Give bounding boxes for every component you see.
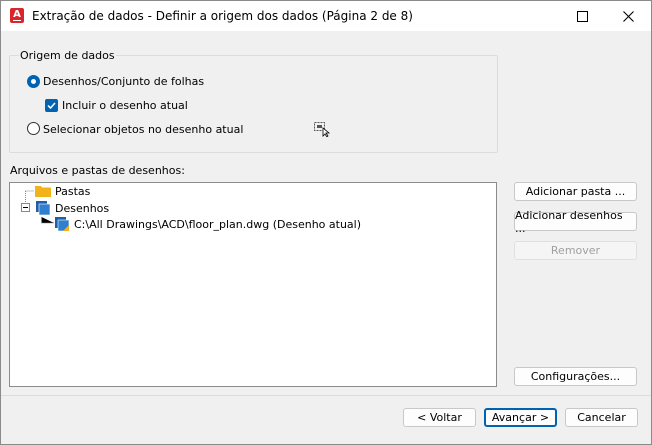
- drawings-sheetset-radio[interactable]: [27, 75, 40, 88]
- tree-item-folders-label: Pastas: [55, 185, 91, 198]
- checkmark-icon: [47, 102, 56, 110]
- add-folder-button-label: Adicionar pasta ...: [525, 185, 626, 198]
- select-objects-pick-button[interactable]: [313, 121, 331, 138]
- tree-item-floor-plan-label: C:\All Drawings\ACD\floor_plan.dwg (Dese…: [74, 218, 362, 231]
- tree-item-drawings-label: Desenhos: [55, 202, 110, 215]
- maximize-icon: [576, 10, 588, 22]
- add-drawings-button-label: Adicionar desenhos ...: [515, 208, 623, 235]
- dwg-file-icon: [55, 217, 70, 232]
- autocad-app-icon: A: [10, 8, 24, 23]
- select-objects-label[interactable]: Selecionar objetos no desenho atual: [43, 123, 243, 136]
- next-button-label: Avançar >: [491, 411, 550, 424]
- pick-objects-icon: [314, 122, 331, 138]
- maximize-button[interactable]: [559, 1, 605, 31]
- remove-button[interactable]: Remover: [514, 241, 637, 260]
- close-button[interactable]: [605, 1, 651, 31]
- drawings-sheetset-label[interactable]: Desenhos/Conjunto de folhas: [43, 75, 204, 88]
- folder-icon: [35, 186, 51, 197]
- data-source-group-label: Origem de dados: [19, 49, 116, 62]
- cancel-button-label: Cancelar: [577, 411, 626, 424]
- add-folder-button[interactable]: Adicionar pasta ...: [514, 182, 637, 201]
- title-bar: A Extração de dados - Definir a origem d…: [1, 1, 651, 31]
- include-current-drawing-label[interactable]: Incluir o desenho atual: [62, 99, 188, 112]
- next-button[interactable]: Avançar >: [484, 408, 557, 427]
- remove-button-label: Remover: [550, 244, 601, 257]
- window-title: Extração de dados - Definir a origem dos…: [32, 9, 413, 23]
- footer-separator: [1, 395, 651, 396]
- settings-button-label: Configurações...: [530, 370, 621, 383]
- settings-button[interactable]: Configurações...: [514, 367, 637, 386]
- include-current-drawing-checkbox[interactable]: [45, 99, 58, 112]
- add-drawings-button[interactable]: Adicionar desenhos ...: [514, 209, 637, 235]
- drawing-files-tree[interactable]: Pastas Desenhos C:\All Drawings\ACD\floo…: [9, 182, 497, 387]
- close-icon: [622, 10, 634, 22]
- dialog-window: A Extração de dados - Definir a origem d…: [0, 0, 652, 445]
- back-button[interactable]: < Voltar: [403, 408, 476, 427]
- drawings-icon: [36, 201, 51, 216]
- back-button-label: < Voltar: [417, 411, 462, 424]
- cancel-button[interactable]: Cancelar: [565, 408, 638, 427]
- select-objects-radio[interactable]: [27, 122, 40, 135]
- drawing-files-folders-label: Arquivos e pastas de desenhos:: [10, 164, 185, 177]
